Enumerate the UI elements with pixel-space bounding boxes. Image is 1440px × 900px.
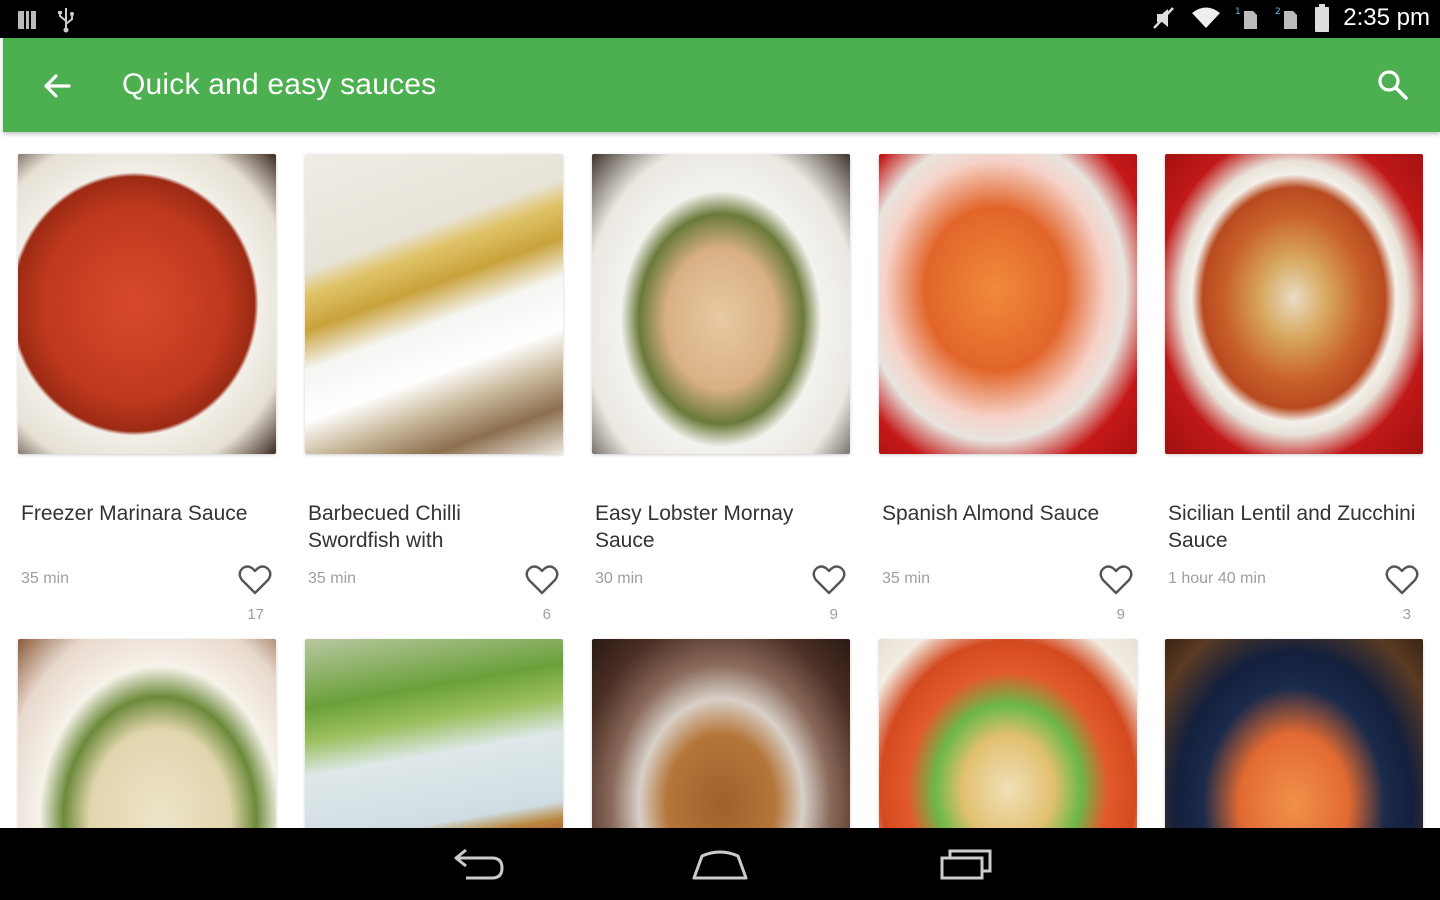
recipe-name[interactable]: Easy Lobster Mornay Sauce (595, 500, 845, 554)
heart-icon[interactable] (1099, 564, 1133, 596)
sim1-icon: 1 (1235, 5, 1261, 31)
recipe-image[interactable] (1165, 639, 1423, 828)
status-bar: 1 2 2:35 pm (0, 0, 1440, 38)
recipe-time: 35 min (21, 570, 70, 587)
recipe-image[interactable] (879, 639, 1137, 828)
recipe-image[interactable] (592, 154, 850, 454)
heart-icon[interactable] (812, 564, 846, 596)
recipe-name[interactable]: Barbecued Chilli Swordfish with (308, 500, 558, 554)
navigation-bar (0, 828, 1440, 900)
home-nav-icon[interactable] (690, 846, 750, 882)
search-icon[interactable] (1376, 68, 1410, 102)
notification-icon (16, 9, 38, 31)
heart-icon[interactable] (1385, 564, 1419, 596)
svg-text:1: 1 (1235, 7, 1241, 17)
battery-icon (1315, 4, 1330, 32)
mute-icon (1151, 5, 1177, 31)
recipe-time: 35 min (882, 570, 931, 587)
recipe-image[interactable] (305, 639, 563, 828)
recipe-grid: Freezer Marinara Sauce 35 min 17 Barbecu… (0, 132, 1440, 828)
recipe-image[interactable] (592, 639, 850, 828)
svg-text:2: 2 (1275, 7, 1281, 17)
recipe-name[interactable]: Sicilian Lentil and Zucchini Sauce (1168, 500, 1418, 554)
like-count: 9 (1116, 606, 1125, 623)
recipe-time: 30 min (595, 570, 644, 587)
like-count: 6 (542, 606, 551, 623)
page-title: Quick and easy sauces (122, 68, 437, 101)
back-arrow-icon[interactable] (39, 68, 75, 104)
recipe-image[interactable] (305, 154, 563, 454)
recipe-image[interactable] (1165, 154, 1423, 454)
like-count: 9 (829, 606, 838, 623)
recipe-image[interactable] (18, 639, 276, 828)
like-count: 3 (1402, 606, 1411, 623)
like-count: 17 (247, 606, 264, 623)
heart-icon[interactable] (525, 564, 559, 596)
recipe-name[interactable]: Freezer Marinara Sauce (21, 500, 271, 554)
clock: 2:35 pm (1343, 4, 1430, 31)
recipe-time: 1 hour 40 min (1168, 570, 1266, 587)
sim2-icon: 2 (1275, 5, 1301, 31)
app-bar: Quick and easy sauces (3, 38, 1440, 132)
recipe-image[interactable] (879, 154, 1137, 454)
recipe-time: 35 min (308, 570, 357, 587)
usb-icon (56, 7, 76, 33)
recipe-image[interactable] (18, 154, 276, 454)
heart-icon[interactable] (238, 564, 272, 596)
back-nav-icon[interactable] (448, 846, 508, 882)
recents-nav-icon[interactable] (936, 846, 996, 882)
recipe-name[interactable]: Spanish Almond Sauce (882, 500, 1132, 554)
wifi-icon (1191, 6, 1221, 30)
